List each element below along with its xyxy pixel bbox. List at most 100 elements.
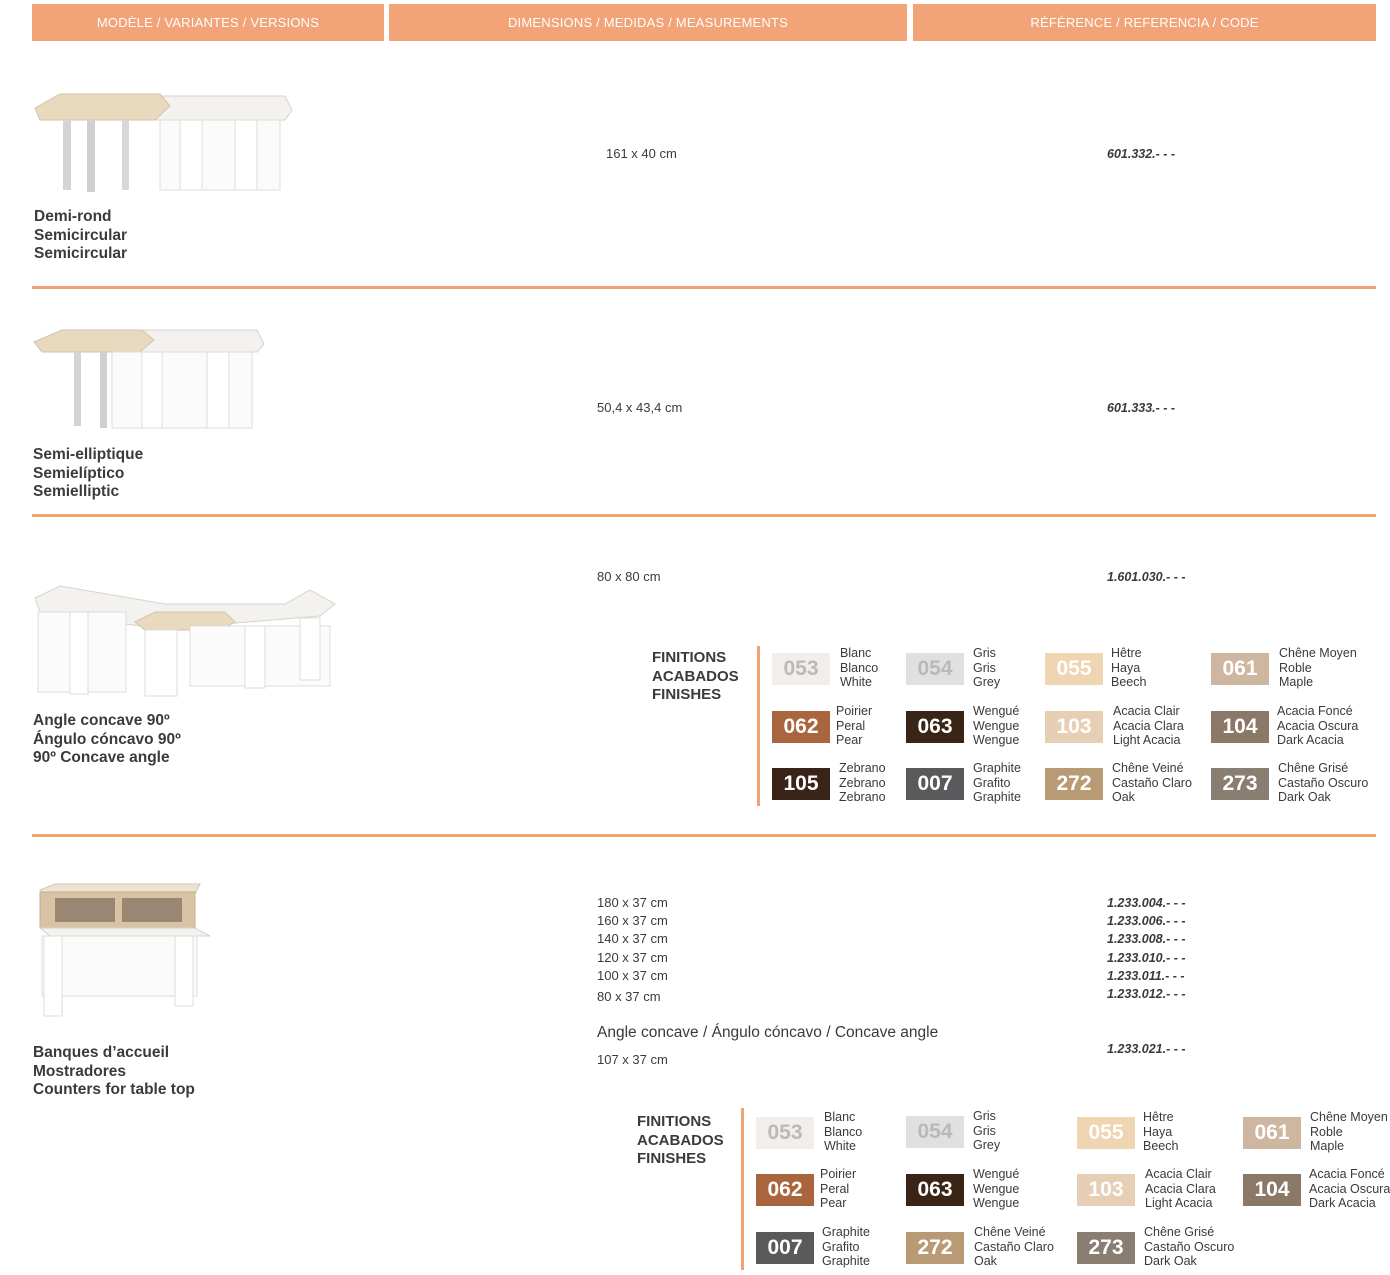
- finish-label-line: Chêne Moyen: [1279, 646, 1357, 660]
- finishes-title-en: FINISHES: [652, 686, 722, 703]
- finish-label-line: Peral: [820, 1181, 850, 1196]
- finishes-divider: [757, 646, 760, 806]
- model-name-en: Semicircular: [34, 245, 128, 262]
- finishes-title: FINITIONS ACABADOS FINISHES: [652, 649, 739, 705]
- finish-label-line: Maple: [1279, 675, 1314, 689]
- dimension-value: 180 x 37 cm: [597, 895, 668, 910]
- finish-label-061: Chêne Moyen Roble Maple: [1279, 646, 1357, 690]
- finish-label-103: Acacia Clair Acacia Clara Light Acacia: [1145, 1167, 1216, 1211]
- finish-label-line: Chêne Veiné: [1112, 761, 1184, 775]
- finish-label-104: Acacia Foncé Acacia Oscura Dark Acacia: [1277, 704, 1358, 748]
- finishes-divider: [741, 1108, 744, 1270]
- dimension-value: 160 x 37 cm: [597, 913, 668, 928]
- finish-swatch-007: 007: [906, 768, 964, 800]
- model-name-es: Ángulo cóncavo 90º: [33, 730, 181, 748]
- row-divider: [32, 286, 1376, 289]
- finish-label-line: Blanco: [824, 1124, 863, 1139]
- finish-label-line: Wengue: [973, 1181, 1020, 1196]
- finish-swatch-104: 104: [1243, 1174, 1301, 1206]
- finish-label-line: Acacia Clara: [1113, 718, 1184, 733]
- finish-label-054: Gris Gris Grey: [973, 646, 1000, 690]
- dimension-value: 100 x 37 cm: [597, 968, 668, 983]
- finish-label-line: Oak: [1112, 790, 1135, 804]
- finish-swatch-007: 007: [756, 1232, 814, 1264]
- product-image-demi-rond: [34, 93, 293, 192]
- finish-swatch-053: 053: [772, 653, 830, 685]
- finish-swatch-104: 104: [1211, 711, 1269, 743]
- finish-label-line: Castaño Claro: [974, 1239, 1054, 1254]
- model-name-fr: Banques d’accueil: [33, 1044, 170, 1061]
- finish-label-line: Haya: [1143, 1124, 1173, 1139]
- dimension-value: 80 x 80 cm: [597, 569, 661, 584]
- dimension-value: 80 x 37 cm: [597, 989, 661, 1004]
- dimension-value: 161 x 40 cm: [606, 146, 677, 161]
- finish-swatch-273: 273: [1211, 768, 1269, 800]
- finish-label-line: Castaño Oscuro: [1144, 1239, 1235, 1254]
- finish-label-007: Graphite Grafito Graphite: [973, 761, 1021, 805]
- reference-code: 1.601.030.- - -: [1107, 570, 1186, 584]
- finish-label-line: Poirier: [820, 1167, 857, 1181]
- model-name-es: Semicircular: [34, 226, 128, 244]
- finish-swatch-063: 063: [906, 711, 964, 743]
- finish-label-line: Acacia Oscura: [1309, 1181, 1390, 1196]
- finish-label-line: Acacia Oscura: [1277, 718, 1359, 733]
- reference-code: 1.233.004.- - -: [1107, 896, 1186, 910]
- model-name-banques-accueil: Banques d’accueil Mostradores Counters f…: [33, 1044, 195, 1100]
- finish-swatch-053: 053: [756, 1117, 814, 1149]
- finish-label-line: Castaño Oscuro: [1278, 775, 1369, 790]
- finish-label-054: Gris Gris Grey: [973, 1109, 1000, 1153]
- finish-label-273: Chêne Grisé Castaño Oscuro Dark Oak: [1278, 761, 1368, 805]
- reference-code: 1.233.010.- - -: [1107, 951, 1186, 965]
- finish-label-105: Zebrano Zebrano Zebrano: [839, 761, 886, 805]
- finish-label-272: Chêne Veiné Castaño Claro Oak: [974, 1225, 1054, 1269]
- finish-swatch-061: 061: [1243, 1117, 1301, 1149]
- finish-label-line: Acacia Foncé: [1309, 1167, 1385, 1181]
- finish-swatch-055: 055: [1045, 653, 1103, 685]
- header-reference: RÉFÉRENCE / REFERENCIA / CODE: [913, 4, 1376, 41]
- finish-label-line: Oak: [974, 1254, 997, 1268]
- finish-label-103: Acacia Clair Acacia Clara Light Acacia: [1113, 704, 1184, 748]
- model-name-es: Semielíptico: [33, 464, 125, 482]
- finish-label-line: Dark Oak: [1278, 790, 1331, 804]
- finish-label-line: Roble: [1310, 1124, 1343, 1139]
- finishes-title: FINITIONS ACABADOS FINISHES: [637, 1113, 724, 1169]
- finish-swatch-055: 055: [1077, 1117, 1135, 1149]
- finish-label-line: Wengué: [973, 704, 1020, 718]
- finish-label-063: Wengué Wengue Wengue: [973, 1167, 1019, 1211]
- finish-label-line: Hêtre: [1143, 1110, 1174, 1124]
- finish-label-line: White: [824, 1139, 856, 1153]
- finish-label-273: Chêne Grisé Castaño Oscuro Dark Oak: [1144, 1225, 1234, 1269]
- finish-label-line: Chêne Grisé: [1278, 761, 1349, 775]
- finishes-title-fr: FINITIONS: [637, 1113, 712, 1130]
- finish-label-053: Blanc Blanco White: [840, 646, 878, 690]
- finish-label-line: Grafito: [973, 775, 1011, 790]
- finish-swatch-105: 105: [772, 768, 830, 800]
- finish-swatch-103: 103: [1045, 711, 1103, 743]
- finish-label-line: Pear: [820, 1196, 847, 1210]
- finish-label-line: Wengue: [973, 718, 1020, 733]
- finish-label-line: Haya: [1111, 660, 1141, 675]
- finish-label-104: Acacia Foncé Acacia Oscura Dark Acacia: [1309, 1167, 1390, 1211]
- dimension-value: 107 x 37 cm: [597, 1052, 668, 1067]
- finish-label-line: Blanc: [840, 646, 872, 660]
- reference-code: 601.332.- - -: [1107, 147, 1176, 161]
- finishes-title-fr: FINITIONS: [652, 649, 727, 666]
- finish-label-line: Graphite: [822, 1225, 870, 1239]
- finish-label-line: Blanc: [824, 1110, 856, 1124]
- finish-label-line: Beech: [1111, 675, 1147, 689]
- reference-code: 1.233.011.- - -: [1107, 969, 1185, 983]
- finish-label-line: Grafito: [822, 1239, 860, 1254]
- finish-label-062: Poirier Peral Pear: [836, 704, 872, 748]
- dimension-value: 120 x 37 cm: [597, 950, 668, 965]
- finish-swatch-273: 273: [1077, 1232, 1135, 1264]
- finish-label-line: Wengue: [973, 1196, 1020, 1210]
- finish-label-line: Graphite: [973, 790, 1021, 804]
- finish-label-063: Wengué Wengue Wengue: [973, 704, 1019, 748]
- finish-label-line: Roble: [1279, 660, 1312, 675]
- finish-swatch-062: 062: [756, 1174, 814, 1206]
- finish-label-line: Acacia Foncé: [1277, 704, 1353, 718]
- finish-swatch-272: 272: [906, 1232, 964, 1264]
- finish-label-053: Blanc Blanco White: [824, 1110, 862, 1154]
- finish-label-line: Acacia Clara: [1145, 1181, 1216, 1196]
- variant-subtitle: Angle concave / Ángulo cóncavo / Concave…: [597, 1024, 939, 1041]
